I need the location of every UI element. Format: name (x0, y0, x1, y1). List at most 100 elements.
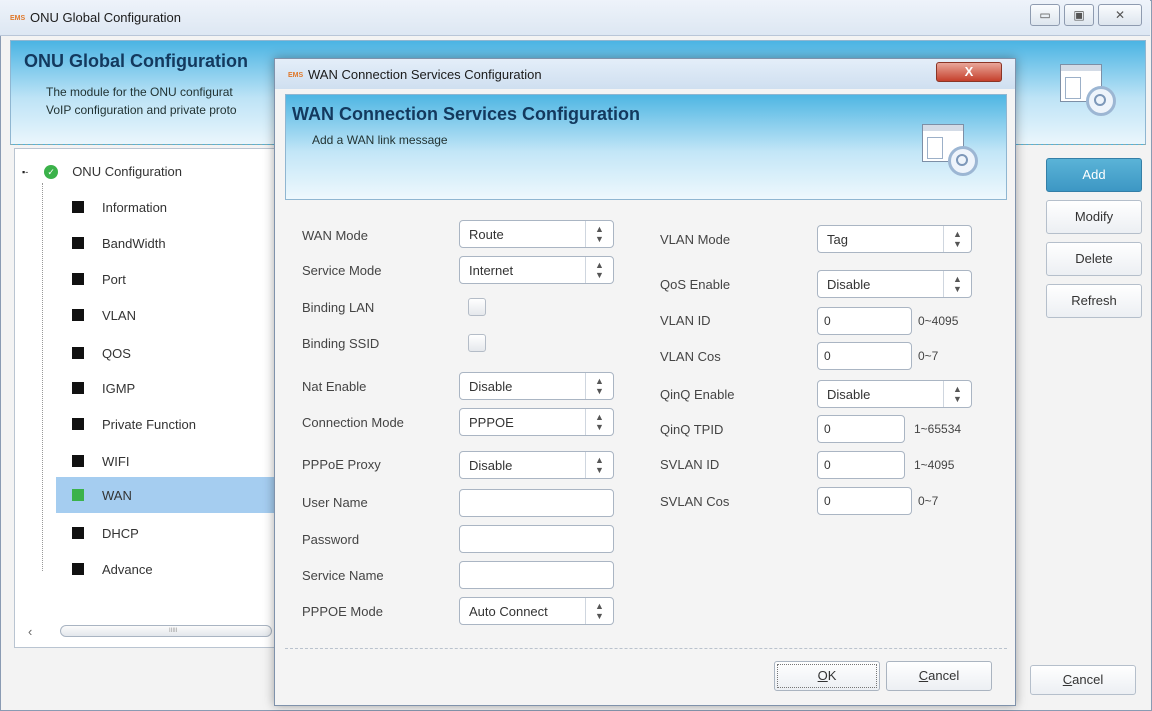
node-icon (72, 527, 84, 539)
window-title: ONU Global Configuration (30, 10, 182, 25)
node-icon (72, 201, 84, 213)
pppoe-proxy-label: PPPoE Proxy (302, 457, 381, 472)
svlan-id-input[interactable]: 0 (817, 451, 905, 479)
password-input[interactable] (459, 525, 614, 553)
scroll-left-icon[interactable]: ‹ (28, 624, 32, 639)
tree-item-label: Private Function (102, 416, 196, 432)
app-logo: EMS (10, 15, 26, 22)
svlan-id-label: SVLAN ID (660, 457, 720, 472)
module-settings-icon (1060, 64, 1116, 116)
service-mode-select[interactable]: Internet ▲ ▼ (459, 256, 614, 284)
tree-item-label: Advance (102, 561, 153, 577)
pppoe-proxy-value: Disable (469, 457, 513, 473)
tree-item-label: Information (102, 199, 168, 215)
node-icon (72, 563, 84, 575)
qinq-tpid-range: 1~65534 (914, 422, 962, 436)
pppoe-mode-value: Auto Connect (469, 603, 548, 619)
horizontal-scrollbar-thumb[interactable]: IIIII (60, 625, 272, 637)
tree-item-bandwidth[interactable]: BandWidth (30, 229, 276, 257)
dialog-logo: EMS (288, 72, 304, 79)
module-description-line-2: VoIP configuration and private proto (46, 103, 237, 117)
vlan-id-label: VLAN ID (660, 313, 711, 328)
tree-root[interactable]: ▪- ✓ ONU Configuration (22, 164, 182, 179)
spinner-arrows-icon: ▲ ▼ (585, 452, 613, 478)
node-icon (72, 347, 84, 359)
svlan-cos-range: 0~7 (918, 494, 939, 508)
vlan-cos-input[interactable]: 0 (817, 342, 912, 370)
minimize-button[interactable]: ▭ (1030, 4, 1060, 26)
tree-item-wifi[interactable]: WIFI (30, 447, 276, 475)
tree-item-information[interactable]: Information (30, 193, 276, 221)
vlan-cos-range: 0~7 (918, 349, 939, 363)
tree-item-private-function[interactable]: Private Function (30, 410, 276, 438)
service-name-input[interactable] (459, 561, 614, 589)
node-icon (72, 237, 84, 249)
tree-item-label: BandWidth (102, 235, 166, 251)
modify-button[interactable]: Modify (1046, 200, 1142, 234)
cancel-mnemonic: C (1062, 672, 1073, 687)
add-button[interactable]: Add (1046, 158, 1142, 192)
module-description-line-1: The module for the ONU configurat (46, 85, 233, 99)
qos-enable-label: QoS Enable (660, 277, 731, 292)
maximize-button[interactable]: ▣ (1064, 4, 1094, 26)
binding-ssid-checkbox[interactable] (468, 334, 486, 352)
qinq-enable-select[interactable]: Disable ▲ ▼ (817, 380, 972, 408)
dialog-header-description: Add a WAN link message (312, 133, 448, 147)
close-icon: X (964, 64, 974, 79)
tree-item-label: WAN (102, 487, 132, 503)
dialog-header-title: WAN Connection Services Configuration (292, 104, 641, 124)
tree-item-qos[interactable]: QOS (30, 339, 276, 367)
close-window-button[interactable]: ✕ (1098, 4, 1142, 26)
vlan-mode-select[interactable]: Tag ▲ ▼ (817, 225, 972, 253)
tree-item-advance[interactable]: Advance (30, 555, 276, 583)
spinner-arrows-icon: ▲ ▼ (585, 373, 613, 399)
wan-mode-label: WAN Mode (302, 228, 368, 243)
vlan-mode-value: Tag (827, 231, 848, 247)
vlan-id-input[interactable]: 0 (817, 307, 912, 335)
nat-enable-select[interactable]: Disable ▲ ▼ (459, 372, 614, 400)
dialog-cancel-button[interactable]: Cancel (886, 661, 992, 691)
ok-mnemonic: O (817, 668, 828, 683)
delete-button[interactable]: Delete (1046, 242, 1142, 276)
service-name-label: Service Name (302, 568, 384, 583)
connection-mode-select[interactable]: PPPOE ▲ ▼ (459, 408, 614, 436)
window-cancel-button[interactable]: Cancel (1030, 665, 1136, 695)
vlan-id-range: 0~4095 (918, 314, 959, 328)
refresh-button[interactable]: Refresh (1046, 284, 1142, 318)
module-title: ONU Global Configuration (24, 51, 248, 71)
tree-item-wan[interactable]: WAN (56, 477, 276, 513)
tree-item-label: VLAN (102, 307, 136, 323)
svlan-cos-input[interactable]: 0 (817, 487, 912, 515)
tree-collapse-icon[interactable]: ▪- (22, 167, 28, 177)
maximize-icon: ▣ (1073, 8, 1085, 22)
service-mode-value: Internet (469, 262, 514, 278)
connection-mode-label: Connection Mode (302, 415, 404, 430)
qos-enable-value: Disable (827, 276, 871, 292)
wan-mode-select[interactable]: Route ▲ ▼ (459, 220, 614, 248)
binding-lan-checkbox[interactable] (468, 298, 486, 316)
tree-item-igmp[interactable]: IGMP (30, 374, 276, 402)
node-icon (72, 273, 84, 285)
dialog-close-button[interactable]: X (936, 62, 1002, 82)
tree-item-dhcp[interactable]: DHCP (30, 519, 276, 547)
pppoe-proxy-select[interactable]: Disable ▲ ▼ (459, 451, 614, 479)
spinner-arrows-icon: ▲ ▼ (585, 598, 613, 624)
node-icon (72, 309, 84, 321)
tree-item-port[interactable]: Port (30, 265, 276, 293)
pppoe-mode-select[interactable]: Auto Connect ▲ ▼ (459, 597, 614, 625)
minimize-icon: ▭ (1039, 8, 1051, 22)
node-icon (72, 489, 84, 501)
user-name-label: User Name (302, 495, 368, 510)
tree-root-label: ONU Configuration (72, 164, 183, 179)
user-name-input[interactable] (459, 489, 614, 517)
tree-item-label: IGMP (102, 380, 136, 396)
qinq-enable-value: Disable (827, 386, 871, 402)
dialog-title: WAN Connection Services Configuration (308, 67, 542, 82)
ok-button[interactable]: OK (774, 661, 880, 691)
tree-item-vlan[interactable]: VLAN (30, 301, 276, 329)
password-label: Password (302, 532, 360, 547)
qos-enable-select[interactable]: Disable ▲ ▼ (817, 270, 972, 298)
qinq-tpid-input[interactable]: 0 (817, 415, 905, 443)
nat-enable-label: Nat Enable (302, 379, 367, 394)
binding-lan-label: Binding LAN (302, 300, 375, 315)
